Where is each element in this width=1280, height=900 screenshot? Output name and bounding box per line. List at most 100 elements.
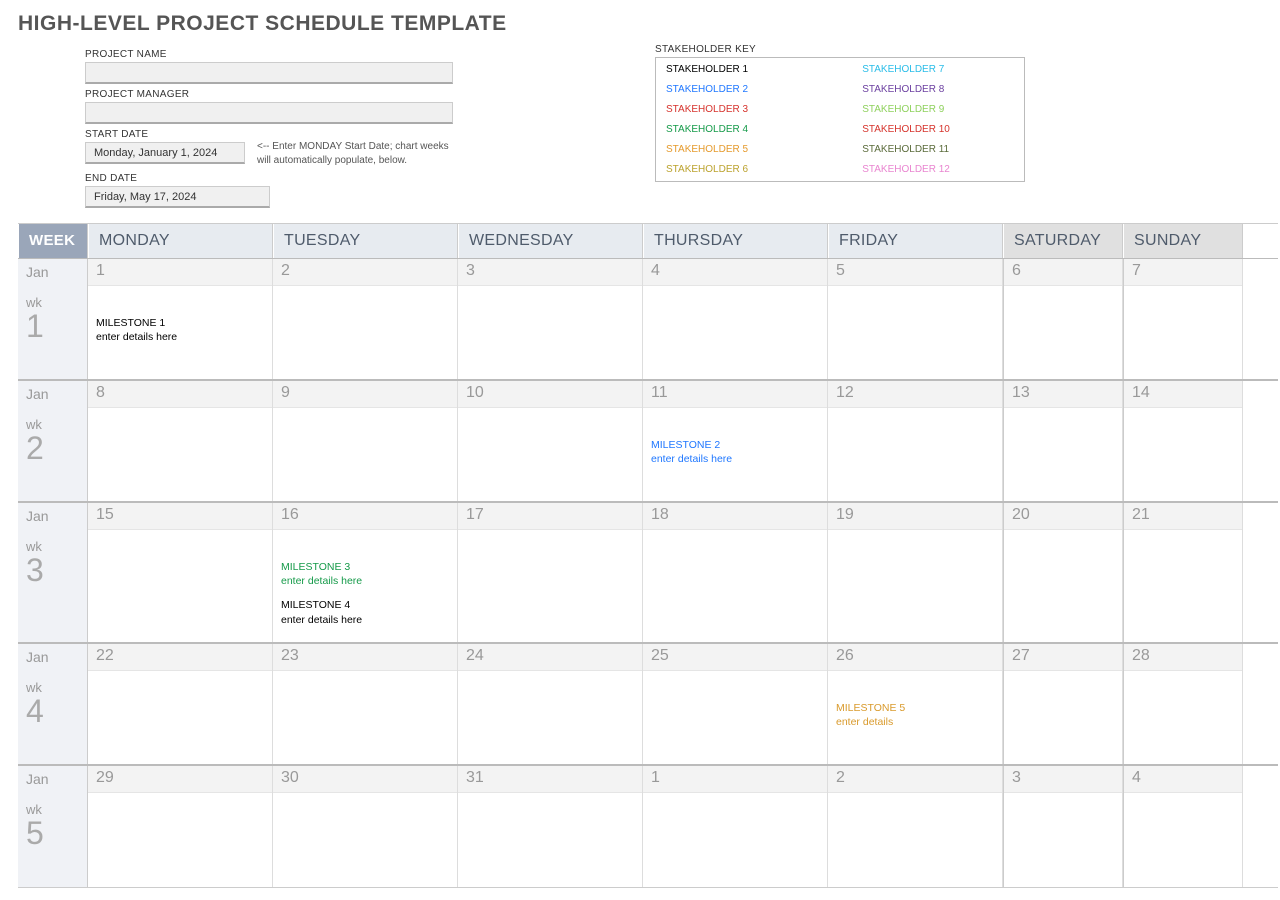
day-number: 10 [466,384,484,401]
week-month: Jan [26,508,79,524]
day-number: 4 [651,262,660,279]
calendar-row: Janwk42223242526MILESTONE 5enter details… [18,644,1278,766]
day-number: 29 [96,769,114,786]
day-cell[interactable]: 25 [643,644,828,764]
day-number: 3 [1012,769,1021,786]
day-number: 1 [96,262,105,279]
day-number: 24 [466,647,484,664]
stakeholder-item: STAKEHOLDER 1 [666,64,812,75]
day-cell[interactable]: 5 [828,259,1003,379]
day-cell[interactable]: 1 MILESTONE 1enter details here [88,259,273,379]
day-cell[interactable]: 9 [273,381,458,501]
header-wednesday: WEDNESDAY [458,224,643,258]
end-date-input[interactable] [85,186,270,208]
day-cell[interactable]: 8 [88,381,273,501]
day-cell[interactable]: 4 [1123,766,1243,887]
day-cell[interactable]: 21 [1123,503,1243,642]
day-cell[interactable]: 23 [273,644,458,764]
milestone[interactable]: MILESTONE 2enter details here [651,438,819,466]
project-manager-input[interactable] [85,102,453,124]
day-cell[interactable]: 14 [1123,381,1243,501]
day-number: 8 [96,384,105,401]
week-number: 4 [26,695,79,727]
calendar-row: Janwk52930311234 [18,766,1278,888]
milestone[interactable]: MILESTONE 1enter details here [96,316,264,344]
stakeholder-item: STAKEHOLDER 5 [666,144,812,155]
stakeholder-item: STAKEHOLDER 2 [666,84,812,95]
project-info-fields: PROJECT NAME PROJECT MANAGER START DATE … [85,44,465,208]
project-name-input[interactable] [85,62,453,84]
day-cell[interactable]: 26MILESTONE 5enter details [828,644,1003,764]
day-cell[interactable]: 10 [458,381,643,501]
day-cell[interactable]: 31 [458,766,643,887]
day-cell[interactable]: 17 [458,503,643,642]
top-meta-section: PROJECT NAME PROJECT MANAGER START DATE … [0,44,1280,223]
milestone[interactable]: MILESTONE 4enter details here [281,598,449,626]
week-number: 5 [26,817,79,849]
header-saturday: SATURDAY [1003,224,1123,258]
day-cell[interactable]: 12 [828,381,1003,501]
day-cell[interactable]: 28 [1123,644,1243,764]
stakeholder-key-label: STAKEHOLDER KEY [655,44,1025,55]
milestone-title: MILESTONE 5 [836,701,994,715]
start-date-input[interactable] [85,142,245,164]
day-number: 13 [1012,384,1030,401]
project-manager-label: PROJECT MANAGER [85,89,465,100]
day-cell[interactable]: 2 [828,766,1003,887]
day-cell[interactable]: 16MILESTONE 3enter details hereMILESTONE… [273,503,458,642]
header-thursday: THURSDAY [643,224,828,258]
week-month: Jan [26,264,79,280]
day-number: 1 [651,769,660,786]
day-cell[interactable]: 7 [1123,259,1243,379]
day-number: 14 [1132,384,1150,401]
milestone-title: MILESTONE 3 [281,560,449,574]
header-monday: MONDAY [88,224,273,258]
week-number: 2 [26,432,79,464]
day-cell[interactable]: 4 [643,259,828,379]
day-cell[interactable]: 22 [88,644,273,764]
day-cell[interactable]: 13 [1003,381,1123,501]
week-month: Jan [26,771,79,787]
day-cell[interactable]: 29 [88,766,273,887]
day-number: 28 [1132,647,1150,664]
calendar-header: WEEK MONDAY TUESDAY WEDNESDAY THURSDAY F… [18,223,1278,259]
start-date-hint: <-- Enter MONDAY Start Date; chart weeks… [257,140,465,168]
day-cell[interactable]: 3 [458,259,643,379]
day-cell[interactable]: 20 [1003,503,1123,642]
day-cell[interactable]: 18 [643,503,828,642]
day-cell[interactable]: 24 [458,644,643,764]
stakeholder-item: STAKEHOLDER 6 [666,164,812,175]
day-number: 6 [1012,262,1021,279]
header-friday: FRIDAY [828,224,1003,258]
day-cell[interactable]: 27 [1003,644,1123,764]
day-number: 15 [96,506,114,523]
day-number: 20 [1012,506,1030,523]
stakeholder-item: STAKEHOLDER 11 [862,144,1014,155]
calendar-row: Janwk31516MILESTONE 3enter details hereM… [18,503,1278,644]
header-week: WEEK [18,224,88,258]
day-number: 2 [836,769,845,786]
day-cell[interactable]: 6 [1003,259,1123,379]
week-cell: Janwk1 [18,259,88,379]
day-number: 27 [1012,647,1030,664]
day-number: 22 [96,647,114,664]
day-cell[interactable]: 2 [273,259,458,379]
day-cell[interactable]: 19 [828,503,1003,642]
stakeholder-item: STAKEHOLDER 3 [666,104,812,115]
day-cell[interactable]: 11MILESTONE 2enter details here [643,381,828,501]
milestone-details: enter details [836,715,994,729]
day-cell[interactable]: 30 [273,766,458,887]
header-sunday: SUNDAY [1123,224,1243,258]
page-title: HIGH-LEVEL PROJECT SCHEDULE TEMPLATE [0,0,1280,44]
stakeholder-item: STAKEHOLDER 10 [862,124,1014,135]
calendar-row: Janwk2891011MILESTONE 2enter details her… [18,381,1278,503]
milestone[interactable]: MILESTONE 5enter details [836,701,994,729]
day-cell[interactable]: 15 [88,503,273,642]
day-cell[interactable]: 3 [1003,766,1123,887]
day-number: 4 [1132,769,1141,786]
day-number: 9 [281,384,290,401]
day-number: 31 [466,769,484,786]
day-cell[interactable]: 1 [643,766,828,887]
stakeholder-item: STAKEHOLDER 7 [862,64,1014,75]
milestone[interactable]: MILESTONE 3enter details here [281,560,449,588]
